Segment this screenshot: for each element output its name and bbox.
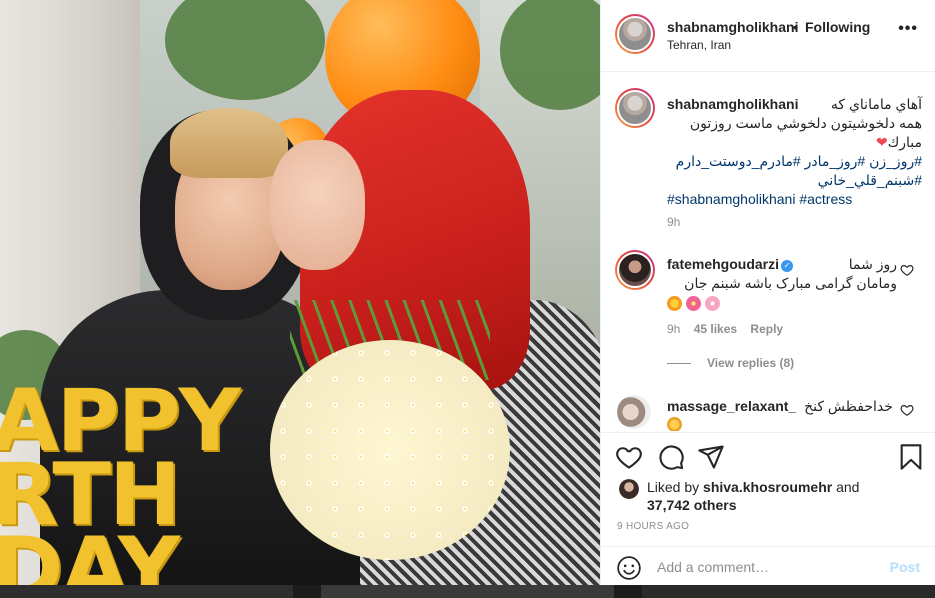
add-comment-bar: Post bbox=[601, 546, 935, 586]
author-username[interactable]: shabnamgholikhani bbox=[667, 19, 798, 35]
follow-status-button[interactable]: Following bbox=[805, 19, 870, 35]
post-modal: APPY RTH DAY shabnamgholikhani • Following… bbox=[0, 0, 935, 585]
caption-line-1: shabnamgholikhani آهاي ماماناي که bbox=[667, 95, 922, 114]
like-comment-heart-icon[interactable] bbox=[900, 263, 914, 277]
more-horizontal-icon[interactable]: ••• bbox=[898, 20, 918, 38]
sun-emoji bbox=[667, 296, 682, 311]
caption-hashtags-fa[interactable]: #روز_زن #روز_مادر #مادرم_دوستت_دارم bbox=[667, 152, 922, 171]
smiley-icon[interactable] bbox=[616, 555, 642, 581]
caption-username[interactable]: shabnamgholikhani bbox=[667, 96, 798, 112]
comment-input[interactable] bbox=[657, 557, 877, 577]
caption-hashtag-name-fa[interactable]: #شبنم_قلي_خاني bbox=[667, 171, 922, 190]
comments-list[interactable]: shabnamgholikhani آهاي ماماناي که همه دل… bbox=[601, 73, 935, 431]
caption-text-end: مبارك bbox=[887, 134, 922, 150]
liked-by-username[interactable]: shiva.khosroumehr bbox=[703, 479, 832, 495]
comment-username[interactable]: massage_relaxant_ bbox=[667, 398, 796, 414]
thumbnail[interactable] bbox=[321, 585, 614, 598]
view-replies-label: View replies (8) bbox=[707, 356, 795, 370]
comment-likes-count[interactable]: 45 likes bbox=[694, 322, 737, 336]
separator-dot: • bbox=[793, 19, 798, 35]
cherry-blossom-emoji bbox=[705, 296, 720, 311]
photo-bouquet bbox=[270, 340, 510, 560]
share-icon[interactable] bbox=[697, 443, 725, 471]
verified-badge-icon: ✓ bbox=[781, 260, 794, 272]
view-replies-button[interactable]: View replies (8) bbox=[667, 356, 794, 370]
post-age[interactable]: 9 HOURS AGO bbox=[617, 521, 689, 532]
caption-timestamp[interactable]: 9h bbox=[667, 215, 680, 229]
feed-thumbnails-strip bbox=[0, 585, 935, 598]
caption-hashtags-en[interactable]: #shabnamgholikhani #actress bbox=[667, 190, 922, 209]
likes-count[interactable]: 37,742 others bbox=[647, 497, 737, 513]
thumbnail[interactable] bbox=[642, 585, 935, 598]
photo-birthday-banner: APPY RTH DAY bbox=[0, 371, 241, 585]
caption-text: آهاي ماماناي که bbox=[830, 96, 922, 112]
comment: fatemehgoudarzi ✓ روز شما ومامان گرامی مب… bbox=[667, 255, 897, 314]
bookmark-icon[interactable] bbox=[897, 443, 925, 471]
post-side-panel: shabnamgholikhani • Following Tehran, Ir… bbox=[600, 0, 935, 585]
post-photo[interactable]: APPY RTH DAY bbox=[0, 0, 600, 585]
caption-author-avatar[interactable] bbox=[615, 88, 655, 128]
comment-emojis bbox=[667, 295, 897, 314]
red-heart-emoji: ❤ bbox=[875, 134, 888, 150]
author-avatar[interactable] bbox=[615, 14, 655, 54]
post-actions: Liked by shiva.khosroumehr and 37,742 ot… bbox=[601, 432, 935, 585]
post-header: shabnamgholikhani • Following Tehran, Ir… bbox=[601, 0, 935, 72]
photo-daughter-face bbox=[270, 140, 365, 270]
post-comment-button[interactable]: Post bbox=[890, 559, 920, 575]
heart-icon[interactable] bbox=[615, 443, 643, 471]
commenter-avatar[interactable] bbox=[615, 250, 655, 290]
liker-avatar[interactable] bbox=[619, 479, 639, 499]
caption-line-2: همه دلخوشيتون دلخوشي ماست روزتون bbox=[689, 115, 922, 131]
liked-by-and: and bbox=[832, 479, 860, 495]
comment-text: خداحفظش کنخ bbox=[804, 398, 893, 414]
photo-plant bbox=[165, 0, 325, 100]
comment-timestamp[interactable]: 9h bbox=[667, 322, 680, 336]
reply-button[interactable]: Reply bbox=[750, 322, 783, 336]
hibiscus-emoji bbox=[686, 296, 701, 311]
comment-meta: 9h 45 likes Reply bbox=[667, 322, 793, 336]
thumbnail[interactable] bbox=[0, 585, 293, 598]
comment-text-line-1: روز شما bbox=[848, 256, 897, 272]
caption-line-3: مبارك❤ bbox=[667, 133, 922, 152]
post-caption: shabnamgholikhani آهاي ماماناي که همه دل… bbox=[667, 95, 922, 209]
like-comment-heart-icon[interactable] bbox=[900, 403, 914, 417]
folded-hands-emoji bbox=[667, 416, 897, 431]
liked-by-prefix: Liked by bbox=[647, 479, 704, 495]
post-location[interactable]: Tehran, Iran bbox=[667, 38, 731, 52]
comment-text-line-2: ومامان گرامی مبارک باشه شبنم جان bbox=[684, 275, 897, 291]
comment-icon[interactable] bbox=[657, 443, 685, 471]
commenter-avatar[interactable] bbox=[617, 395, 651, 429]
replies-divider bbox=[667, 363, 691, 365]
comment: massage_relaxant_ خداحفظش کنخ bbox=[667, 397, 897, 431]
liked-by: Liked by shiva.khosroumehr and 37,742 ot… bbox=[647, 478, 897, 514]
comment-username[interactable]: fatemehgoudarzi bbox=[667, 256, 779, 272]
photo-mother-hair bbox=[170, 108, 288, 178]
